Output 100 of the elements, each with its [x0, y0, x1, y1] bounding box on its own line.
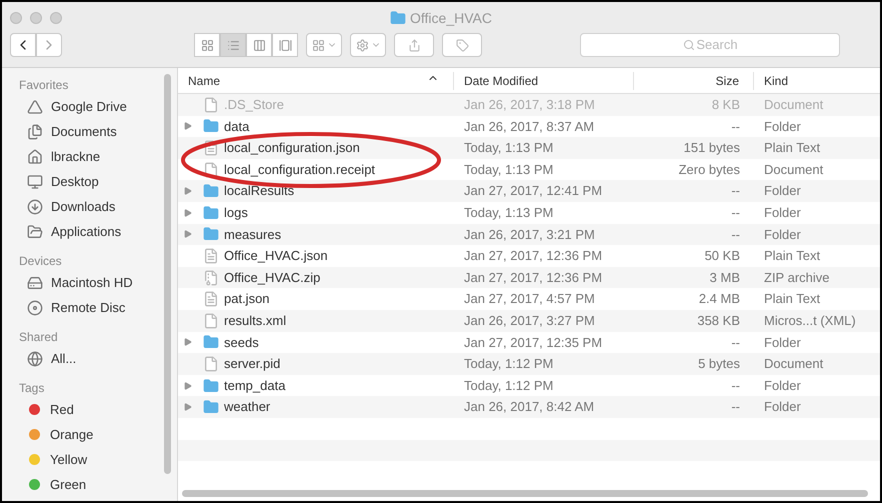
folder-icon — [203, 183, 219, 200]
kind-cell-text: Folder — [763, 398, 802, 416]
settings-icon — [356, 38, 368, 52]
share-button[interactable] — [394, 33, 434, 57]
folder-icon — [203, 399, 219, 416]
document-icon — [203, 356, 219, 372]
sidebar-item[interactable]: All... — [19, 346, 177, 371]
date-cell-text: Jan 26, 2017, 3:21 PM — [463, 226, 596, 244]
window-control-icon[interactable] — [50, 12, 62, 24]
folder-icon — [203, 334, 219, 350]
size-cell-text: -- — [730, 334, 741, 352]
size-cell-text: -- — [730, 398, 741, 416]
kind-cell-text: Plain Text — [763, 290, 822, 308]
size-cell-text: 50 KB — [704, 247, 741, 266]
sidebar-item[interactable]: Desktop — [19, 169, 177, 194]
date-cell-text: Jan 27, 2017, 4:57 PM — [463, 290, 596, 308]
sidebar-item[interactable]: Remote Disc — [19, 295, 177, 320]
sidebar-item[interactable]: Macintosh HD — [19, 270, 177, 295]
file-row[interactable]: temp_data Today, 1:12 PM -- Folder — [178, 374, 880, 396]
window-control-icon[interactable] — [10, 12, 22, 24]
column-header[interactable]: Kind — [754, 72, 880, 90]
file-row[interactable]: measures Jan 26, 2017, 3:21 PM -- Folder — [178, 224, 880, 246]
kind-cell-text: Folder — [763, 204, 802, 222]
sidebar-heading: Favorites — [19, 77, 70, 94]
sidebar-item[interactable]: Yellow — [19, 447, 177, 472]
columns-view-icon — [252, 38, 266, 52]
file-name: temp_data — [224, 376, 286, 395]
action-button[interactable] — [350, 33, 386, 57]
date-cell-text: Today, 1:13 PM — [463, 139, 554, 158]
hard-drive-icon — [27, 274, 43, 290]
disclosure-triangle-icon[interactable] — [184, 122, 192, 130]
text-file-icon — [203, 291, 219, 308]
documents-icon — [27, 124, 43, 140]
search-icon — [683, 38, 695, 51]
file-row[interactable]: weather Jan 26, 2017, 8:42 AM -- Folder — [178, 396, 880, 418]
window-control-icon[interactable] — [30, 12, 42, 24]
zip-file-icon — [203, 270, 219, 286]
file-row[interactable]: Office_HVAC.zip Jan 27, 2017, 12:36 PM 3 MB ZIP archive — [178, 266, 880, 288]
date-cell-text: Jan 27, 2017, 12:36 PM — [463, 247, 604, 266]
view-mode-button[interactable] — [194, 33, 220, 57]
folder-icon — [203, 226, 219, 242]
search-field[interactable]: Search — [580, 32, 840, 57]
file-name: Office_HVAC.zip — [224, 268, 320, 287]
kind-cell-text: Folder — [763, 334, 802, 352]
file-name: data — [224, 118, 250, 136]
disclosure-triangle-icon[interactable] — [184, 382, 192, 390]
download-icon — [27, 198, 43, 214]
monitor-icon — [27, 174, 43, 190]
disclosure-triangle-icon[interactable] — [184, 187, 192, 196]
date-cell-text: Jan 27, 2017, 12:35 PM — [463, 334, 604, 352]
sidebar-item[interactable]: Applications — [19, 219, 177, 244]
sidebar-item[interactable]: lbrackne — [19, 144, 177, 169]
view-mode-button[interactable] — [246, 33, 272, 57]
tag-button[interactable] — [442, 33, 482, 57]
file-name: .DS_Store — [224, 96, 284, 114]
sidebar-item[interactable]: Green — [19, 472, 177, 497]
folder-icon — [203, 378, 219, 394]
view-mode-button[interactable] — [220, 33, 246, 57]
file-row[interactable]: server.pid Today, 1:12 PM 5 bytes Document — [178, 353, 880, 375]
file-row[interactable]: local_configuration.json Today, 1:13 PM 151 bytes Plain Text — [178, 137, 880, 159]
disclosure-triangle-icon[interactable] — [184, 208, 192, 217]
size-cell-text: Zero bytes — [678, 160, 741, 179]
date-cell-text: Jan 27, 2017, 12:36 PM — [463, 268, 604, 287]
disclosure-triangle-icon[interactable] — [184, 338, 192, 346]
date-cell-text: Today, 1:12 PM — [463, 355, 554, 374]
sidebar-item[interactable]: Google Drive — [19, 94, 177, 119]
date-cell-text: Today, 1:13 PM — [463, 160, 554, 179]
globe-icon — [27, 350, 43, 366]
view-mode-button[interactable] — [272, 33, 298, 57]
kind-cell-text: Plain Text — [763, 247, 822, 266]
file-row[interactable]: localResults Jan 27, 2017, 12:41 PM -- Folder — [178, 180, 880, 202]
arrange-button[interactable] — [306, 33, 342, 57]
column-header[interactable]: Size — [634, 72, 754, 90]
size-cell-text: -- — [730, 182, 741, 200]
disclosure-triangle-icon[interactable] — [184, 403, 192, 412]
size-cell-text: -- — [730, 226, 741, 244]
back-button[interactable] — [10, 33, 36, 57]
kind-cell-text: Document — [763, 96, 824, 114]
document-icon — [203, 96, 219, 113]
size-cell-text: 2.4 MB — [698, 290, 741, 308]
disclosure-triangle-icon[interactable] — [184, 230, 192, 238]
sidebar-item[interactable]: Red — [19, 397, 177, 422]
date-cell-text: Jan 26, 2017, 3:27 PM — [463, 312, 596, 330]
size-cell-text: -- — [730, 204, 741, 222]
sidebar-item[interactable]: Downloads — [19, 194, 177, 219]
folder-icon — [203, 204, 219, 221]
sidebar-item[interactable]: Documents — [19, 119, 177, 144]
kind-cell-text: Plain Text — [763, 139, 822, 158]
file-name: pat.json — [224, 290, 270, 308]
date-cell-text: Jan 26, 2017, 8:42 AM — [463, 398, 596, 416]
folder-icon — [390, 10, 406, 26]
file-row[interactable]: results.xml Jan 26, 2017, 3:27 PM 358 KB Micros...t (XML) — [178, 310, 880, 332]
file-name: seeds — [224, 334, 259, 352]
sidebar-heading: Devices — [19, 253, 63, 270]
kind-cell-text: Document — [763, 355, 824, 374]
icons-view-icon — [200, 38, 214, 52]
column-header[interactable]: Name — [178, 72, 454, 90]
column-header[interactable]: Date Modified — [454, 72, 634, 90]
size-cell-text: 8 KB — [710, 96, 741, 114]
sidebar-item[interactable]: Orange — [19, 422, 177, 447]
